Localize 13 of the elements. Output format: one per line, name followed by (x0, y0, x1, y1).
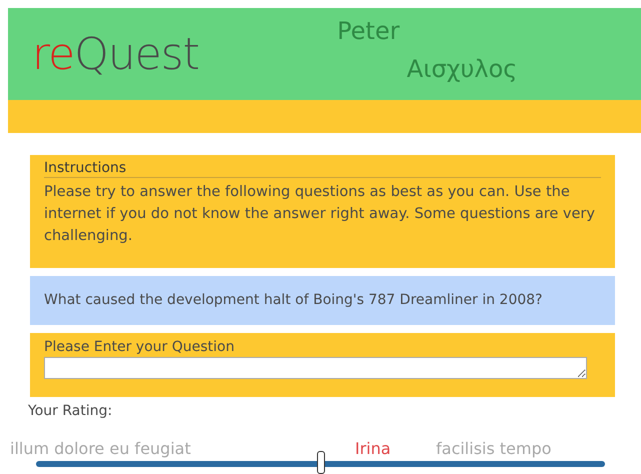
entry-label: Please Enter your Question (44, 339, 236, 355)
background-word: illum dolore eu feugiat (10, 440, 191, 458)
background-word: Αισχυλος (406, 56, 518, 82)
background-word: Irina (355, 440, 391, 458)
instructions-title: Instructions (44, 160, 601, 178)
question-input[interactable] (44, 357, 587, 379)
instructions-text: Please try to answer the following questions as best as you can. Use the internet if you do not know the answer right away. Some questions are very challenging. (44, 183, 596, 246)
logo: reQuest (32, 28, 199, 80)
rating-label: Your Rating: (28, 403, 114, 419)
background-word: Peter (337, 18, 400, 44)
question-text: What caused the development halt of Boing's 787 Dreamliner in 2008? (44, 292, 542, 308)
background-word: facilisis tempo (436, 440, 552, 458)
slider-thumb[interactable] (316, 451, 324, 474)
